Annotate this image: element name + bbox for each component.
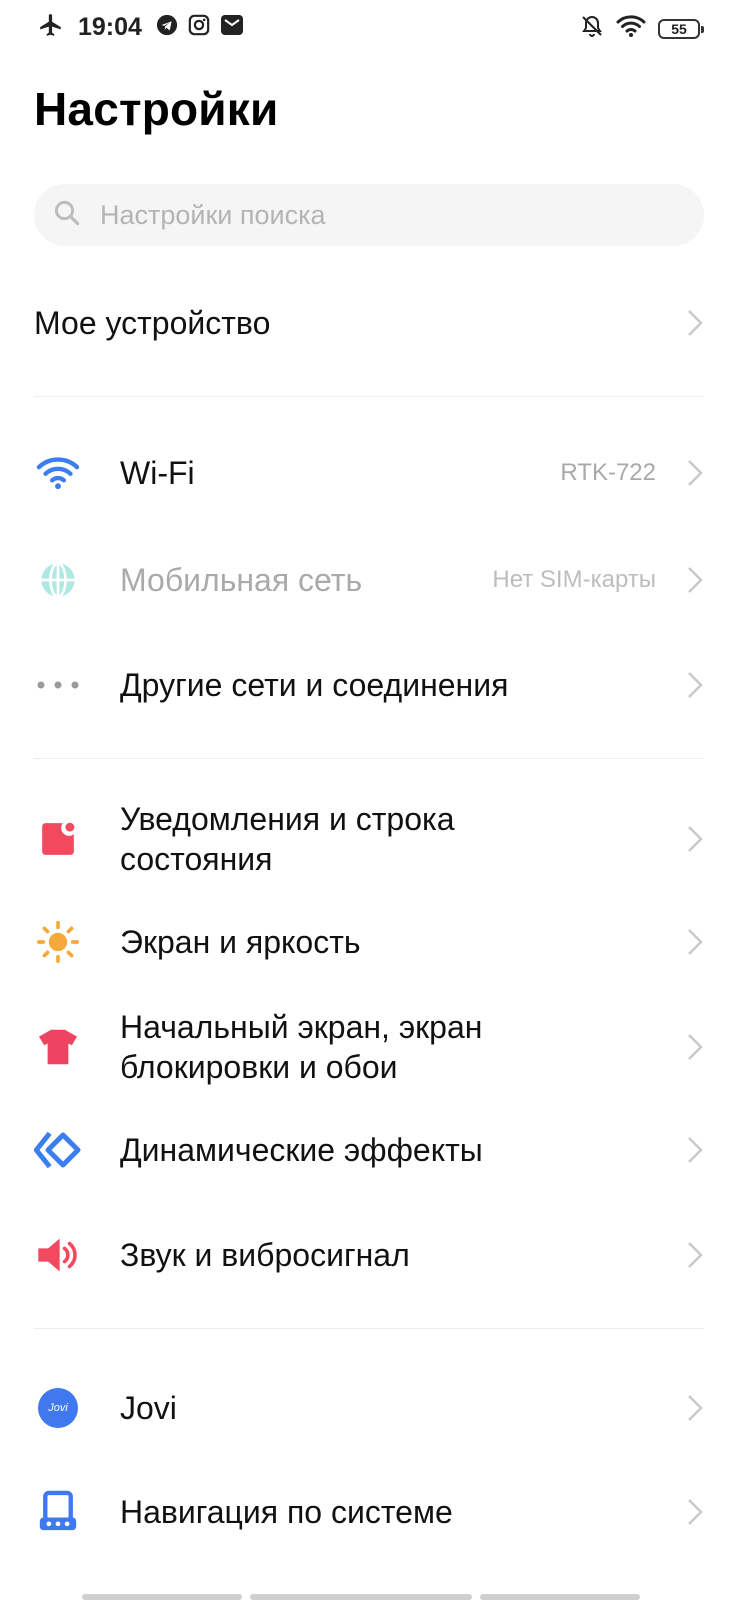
divider: [34, 758, 704, 759]
settings-item-mobile-network[interactable]: Мобильная сеть Нет SIM-карты: [0, 555, 738, 605]
settings-item-sound[interactable]: Звук и вибросигнал: [0, 1230, 738, 1280]
speaker-icon: [34, 1231, 82, 1279]
status-time: 19:04: [78, 13, 142, 41]
settings-item-label: Навигация по системе: [120, 1494, 453, 1530]
notification-icon: [34, 815, 82, 863]
search-icon: [52, 198, 82, 233]
bottom-bar-segment: [250, 1594, 472, 1600]
settings-item-label: Мое устройство: [34, 305, 271, 341]
airplane-icon: [38, 12, 64, 43]
telegram-icon: [156, 14, 178, 41]
settings-item-label: Начальный экран, экран блокировки и обои: [120, 1009, 483, 1085]
settings-item-home-screen[interactable]: Начальный экран, экран блокировки и обои: [0, 1004, 738, 1090]
settings-item-my-device[interactable]: Мое устройство: [0, 298, 738, 348]
chevron-right-icon: [688, 1137, 703, 1163]
sim-status: Нет SIM-карты: [492, 566, 656, 593]
navigation-icon: [34, 1488, 82, 1536]
chevron-right-icon: [688, 1499, 703, 1525]
settings-item-label: Динамические эффекты: [120, 1132, 483, 1168]
status-bar: 19:04 55: [0, 0, 738, 60]
settings-item-label: Уведомления и строка состояния: [120, 801, 455, 877]
bottom-bar-segment: [82, 1594, 242, 1600]
search-input[interactable]: [98, 198, 662, 232]
wifi-network-name: RTK-722: [560, 459, 656, 486]
settings-item-jovi[interactable]: Jovi Jovi: [0, 1383, 738, 1433]
settings-item-notifications[interactable]: Уведомления и строка состояния: [0, 796, 738, 882]
bell-off-icon: [580, 14, 604, 43]
instagram-icon: [188, 14, 210, 41]
chevron-right-icon: [688, 826, 703, 852]
settings-item-label: Звук и вибросигнал: [120, 1237, 410, 1273]
bottom-edge: [0, 1594, 738, 1600]
chevron-right-icon: [688, 929, 703, 955]
tshirt-icon: [34, 1023, 82, 1071]
settings-item-other-networks[interactable]: Другие сети и соединения: [0, 660, 738, 710]
search-bar[interactable]: [34, 184, 704, 246]
wifi-icon: [616, 14, 646, 43]
bottom-bar-segment: [480, 1594, 640, 1600]
status-bar-right: 55: [580, 14, 704, 43]
more-dots-icon: [34, 661, 82, 709]
chevron-right-icon: [688, 672, 703, 698]
settings-item-display[interactable]: Экран и яркость: [0, 917, 738, 967]
mail-icon: [220, 14, 244, 41]
chevron-right-icon: [688, 567, 703, 593]
settings-item-label: Экран и яркость: [120, 924, 361, 960]
chevron-right-icon: [688, 460, 703, 486]
settings-item-wifi[interactable]: Wi-Fi RTK-722: [0, 448, 738, 498]
sun-icon: [34, 918, 82, 966]
diamond-icon: [34, 1126, 82, 1174]
settings-item-label: Другие сети и соединения: [120, 667, 509, 703]
divider: [34, 396, 704, 397]
globe-icon: [34, 556, 82, 604]
chevron-right-icon: [688, 1034, 703, 1060]
divider: [34, 1328, 704, 1329]
chevron-right-icon: [688, 1395, 703, 1421]
settings-item-dynamic-effects[interactable]: Динамические эффекты: [0, 1125, 738, 1175]
wifi-icon: [34, 449, 82, 497]
jovi-badge: Jovi: [38, 1388, 78, 1428]
status-bar-left: 19:04: [38, 12, 244, 43]
chevron-right-icon: [688, 310, 703, 336]
settings-item-label: Jovi: [120, 1390, 177, 1426]
settings-item-navigation[interactable]: Навигация по системе: [0, 1487, 738, 1537]
settings-item-label: Wi-Fi: [120, 455, 195, 491]
chevron-right-icon: [688, 1242, 703, 1268]
jovi-icon: Jovi: [34, 1384, 82, 1432]
page-title: Настройки: [34, 83, 279, 135]
battery-icon: 55: [658, 18, 704, 39]
